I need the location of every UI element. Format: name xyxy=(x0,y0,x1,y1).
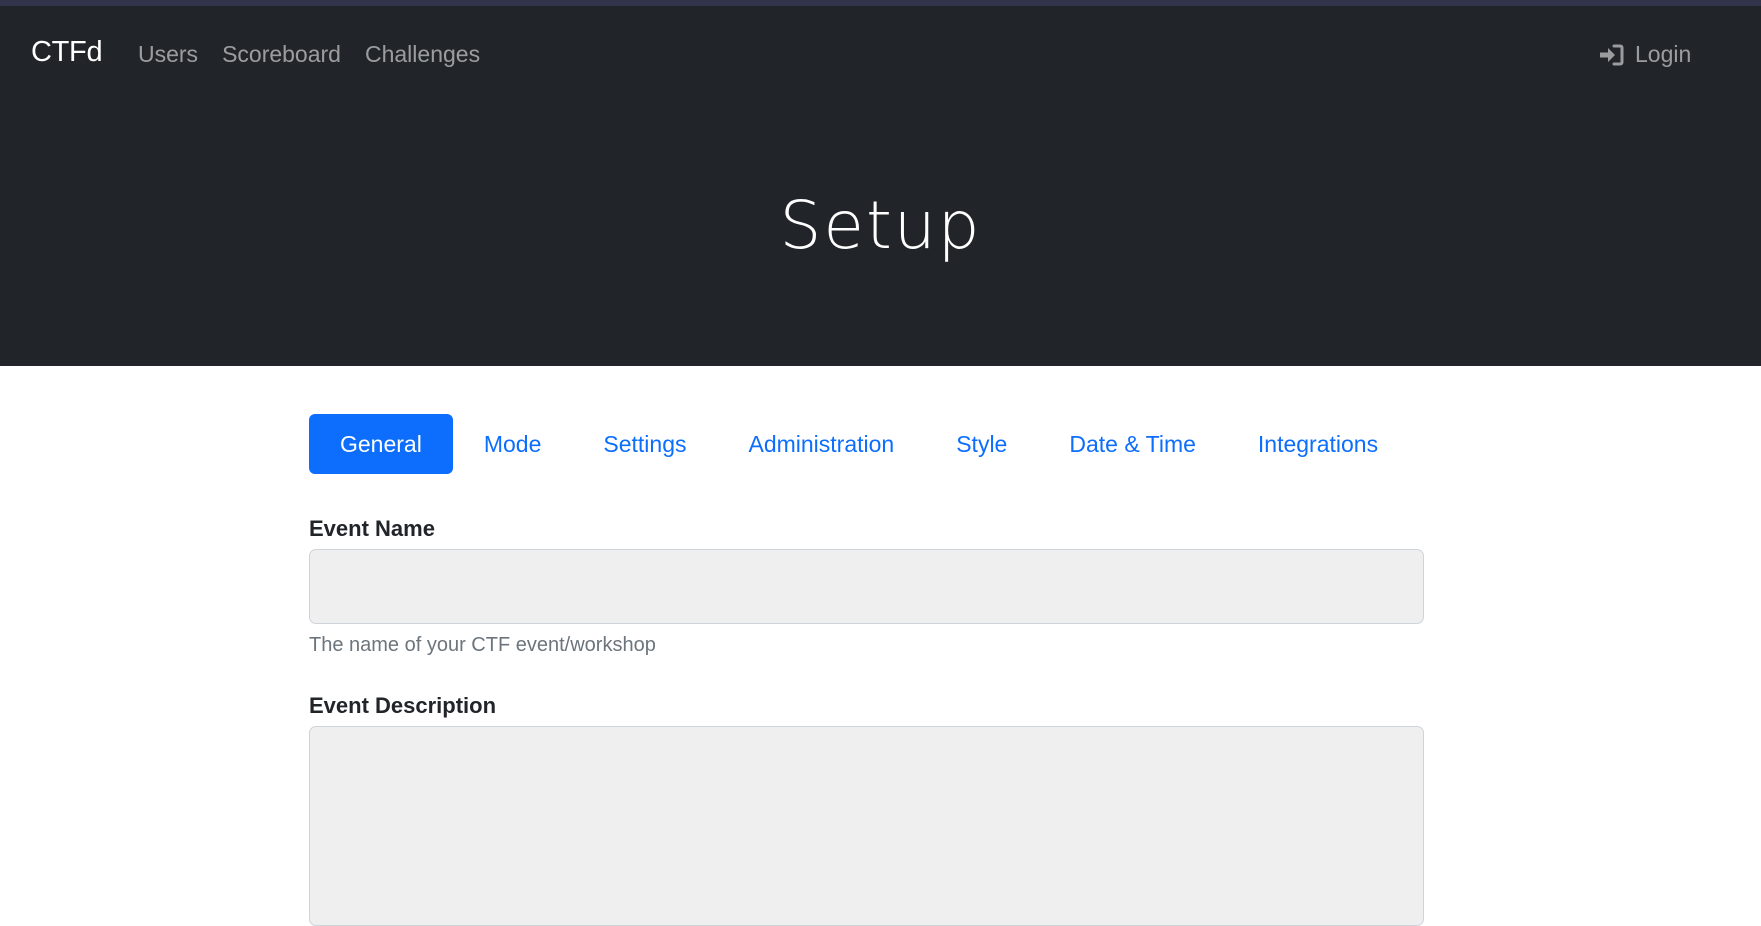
tab-administration[interactable]: Administration xyxy=(717,414,925,474)
sign-in-icon xyxy=(1600,44,1624,65)
navbar: CTFd Users Scoreboard Challenges Login xyxy=(0,6,1761,97)
event-name-input[interactable] xyxy=(309,549,1424,624)
setup-tabs: General Mode Settings Administration Sty… xyxy=(309,414,1424,474)
page-title: Setup xyxy=(779,187,982,264)
brand-logo[interactable]: CTFd xyxy=(31,36,103,69)
event-name-group: Event Name The name of your CTF event/wo… xyxy=(309,516,1424,657)
login-label: Login xyxy=(1635,41,1692,67)
tab-general[interactable]: General xyxy=(309,414,453,474)
login-link[interactable]: Login xyxy=(1599,41,1691,68)
event-description-group: Event Description xyxy=(309,693,1424,926)
tab-style[interactable]: Style xyxy=(925,414,1038,474)
nav-link-users[interactable]: Users xyxy=(138,41,198,68)
event-description-textarea[interactable] xyxy=(309,726,1424,926)
tab-mode[interactable]: Mode xyxy=(453,414,573,474)
nav-links: Users Scoreboard Challenges xyxy=(138,41,504,68)
tab-settings[interactable]: Settings xyxy=(572,414,717,474)
event-description-label: Event Description xyxy=(309,693,497,718)
event-name-label: Event Name xyxy=(309,516,435,541)
nav-link-challenges[interactable]: Challenges xyxy=(365,41,480,68)
nav-link-scoreboard[interactable]: Scoreboard xyxy=(222,41,341,68)
tab-integrations[interactable]: Integrations xyxy=(1227,414,1409,474)
setup-container: General Mode Settings Administration Sty… xyxy=(309,414,1424,926)
event-name-help: The name of your CTF event/workshop xyxy=(309,634,656,656)
hero-banner: Setup xyxy=(0,97,1761,366)
tab-date-time[interactable]: Date & Time xyxy=(1038,414,1227,474)
